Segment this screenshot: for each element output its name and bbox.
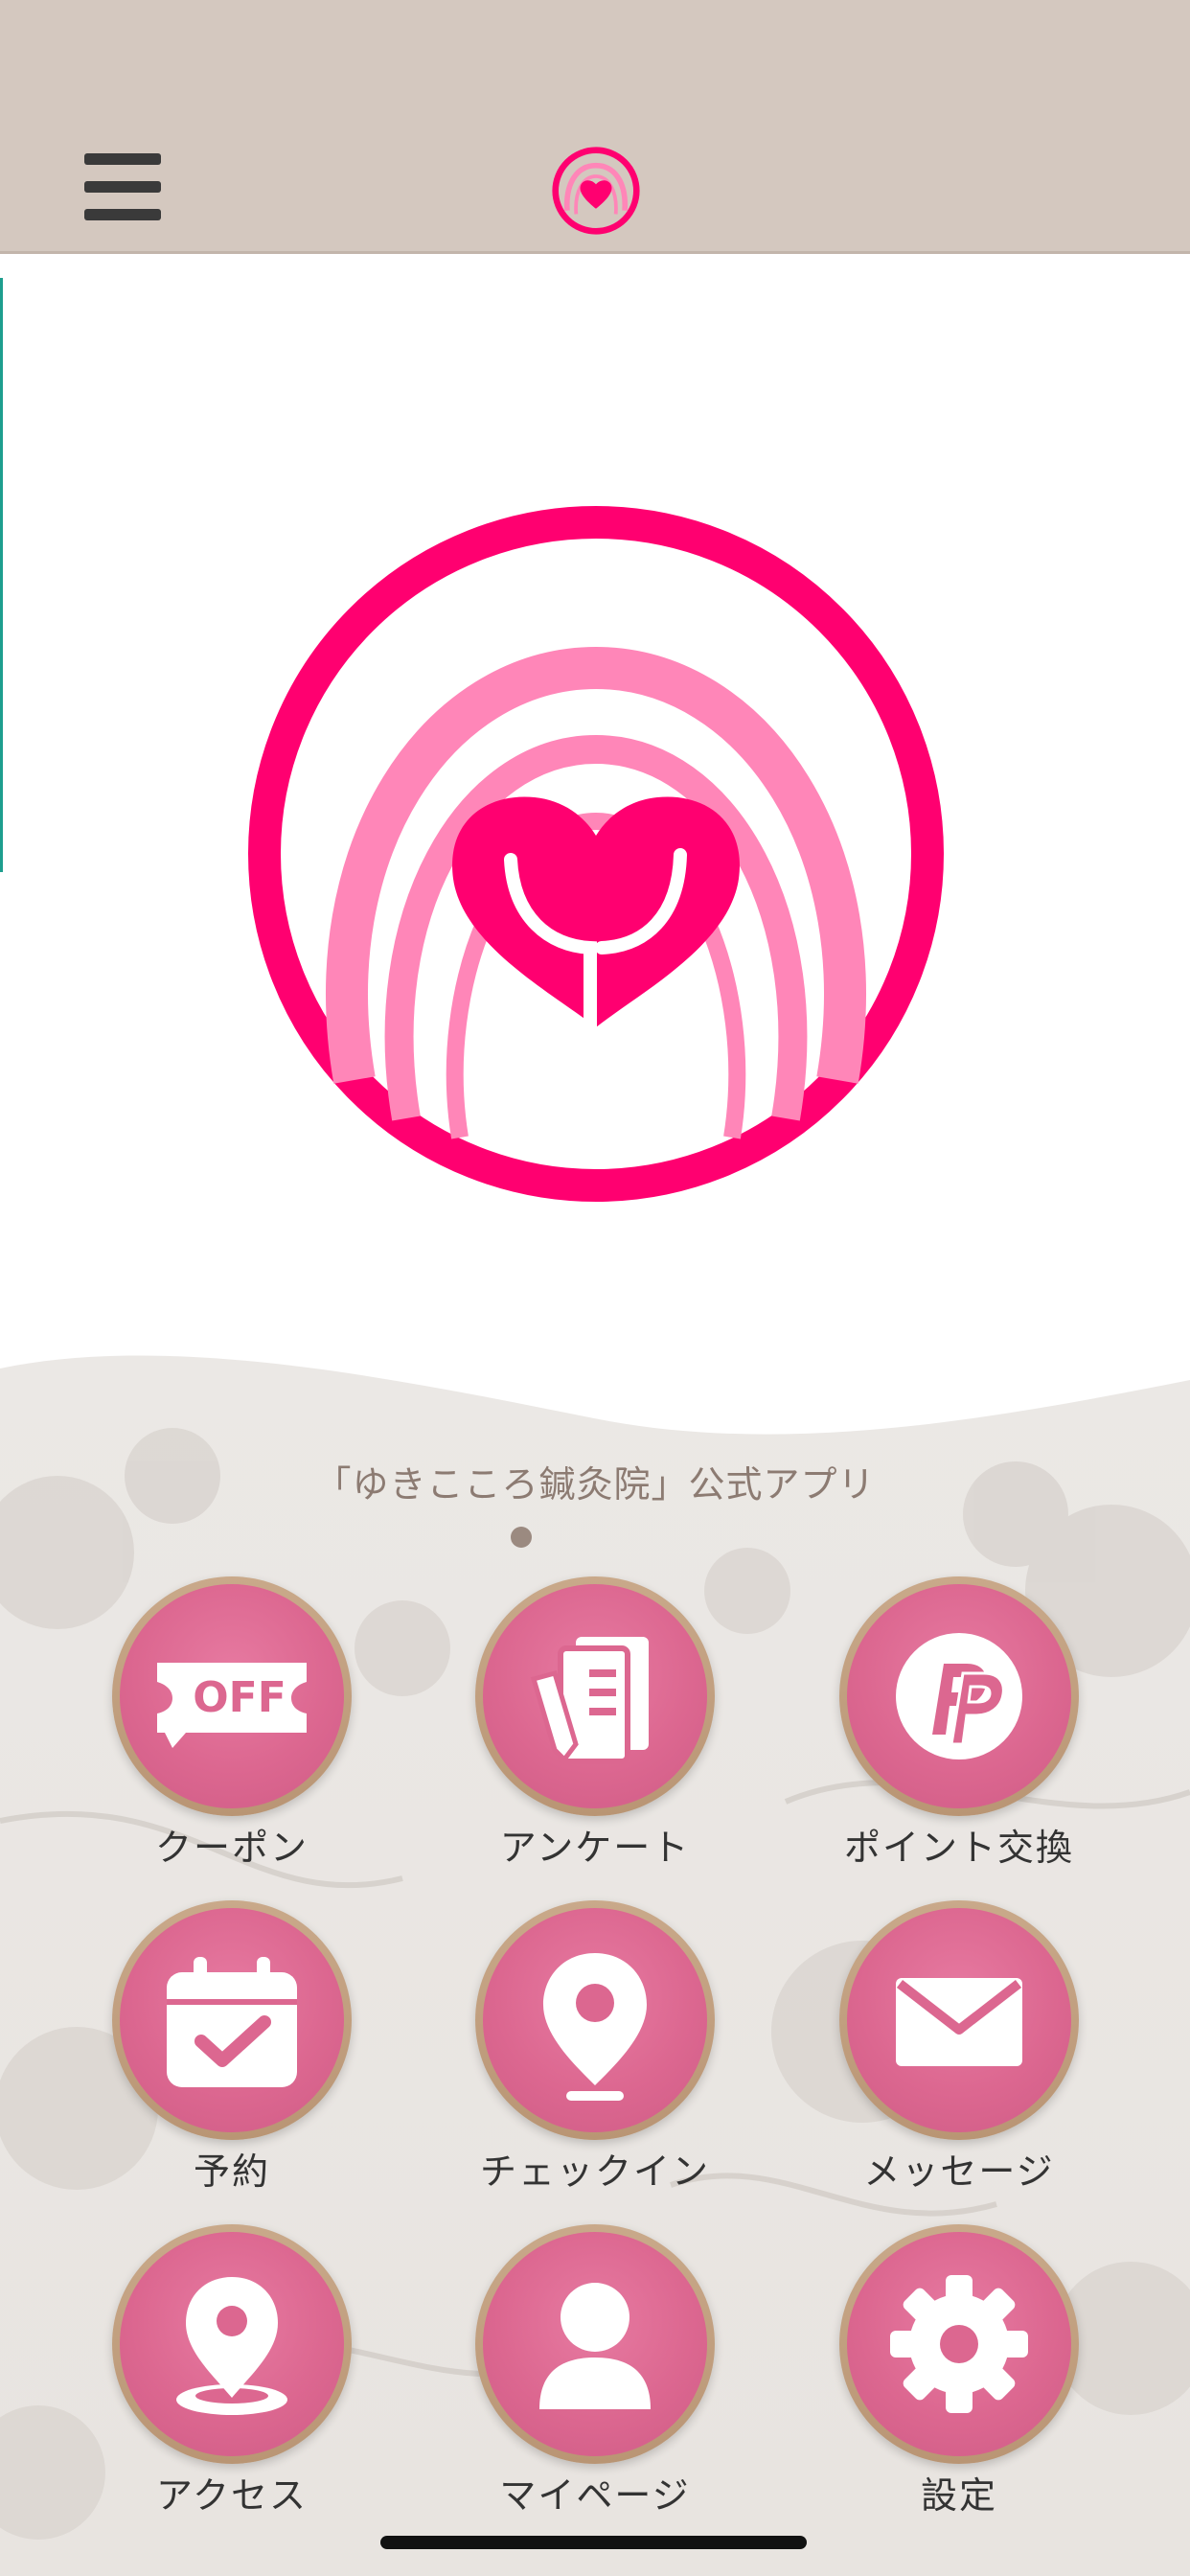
menu-item-settings[interactable]: 設定	[801, 2224, 1117, 2531]
checkin-button[interactable]	[475, 1900, 715, 2140]
survey-icon	[530, 1637, 649, 1764]
app-header	[0, 0, 1190, 254]
menu-line	[84, 153, 161, 165]
calendar-check-icon	[167, 1957, 297, 2087]
app-title: 「ゆきこころ鍼灸院」公式アプリ	[314, 1463, 876, 1506]
message-button[interactable]	[839, 1900, 1079, 2140]
user-icon	[539, 2283, 651, 2409]
home-indicator[interactable]	[380, 2536, 807, 2549]
menu-item-access[interactable]: アクセス	[74, 2224, 390, 2531]
menu-label: メッセージ	[863, 2150, 1055, 2193]
menu-item-survey[interactable]: アンケート	[437, 1576, 753, 1883]
menu-item-points[interactable]: ポイント交換	[801, 1576, 1117, 1883]
menu-label: チェックイン	[479, 2150, 710, 2193]
heart-logo-icon	[552, 147, 640, 235]
location-icon	[176, 2277, 287, 2415]
survey-button[interactable]	[475, 1576, 715, 1816]
menu-label: マイページ	[499, 2474, 691, 2517]
page-indicator-dot[interactable]	[511, 1527, 532, 1548]
hamburger-menu-button[interactable]	[84, 153, 161, 220]
points-button[interactable]	[839, 1576, 1079, 1816]
coupon-off-text: OFF	[193, 1673, 286, 1722]
menu-item-message[interactable]: メッセージ	[801, 1900, 1117, 2207]
menu-line	[84, 209, 161, 220]
menu-label: アクセス	[155, 2474, 309, 2517]
reservation-button[interactable]	[112, 1900, 352, 2140]
coupon-button[interactable]: OFF	[112, 1576, 352, 1816]
mypage-button[interactable]	[475, 2224, 715, 2464]
menu-item-reservation[interactable]: 予約	[74, 1900, 390, 2207]
menu-label: 設定	[920, 2474, 997, 2517]
menu-item-mypage[interactable]: マイページ	[437, 2224, 753, 2531]
left-edge-accent	[0, 278, 3, 872]
menu-item-checkin[interactable]: チェックイン	[437, 1900, 753, 2207]
menu-label: アンケート	[499, 1827, 691, 1869]
map-pin-icon	[543, 1953, 647, 2101]
coupon-off-icon: OFF	[157, 1663, 307, 1748]
envelope-icon	[896, 1978, 1022, 2066]
hero-logo-icon	[248, 506, 944, 1202]
menu-item-coupon[interactable]: OFF クーポン	[74, 1576, 390, 1883]
point-exchange-icon	[896, 1633, 1022, 1760]
gear-icon	[890, 2275, 1028, 2413]
menu-line	[84, 181, 161, 193]
menu-label: 予約	[193, 2150, 270, 2193]
menu-label: ポイント交換	[843, 1827, 1074, 1869]
menu-label: クーポン	[154, 1827, 309, 1869]
settings-button[interactable]	[839, 2224, 1079, 2464]
access-button[interactable]	[112, 2224, 352, 2464]
